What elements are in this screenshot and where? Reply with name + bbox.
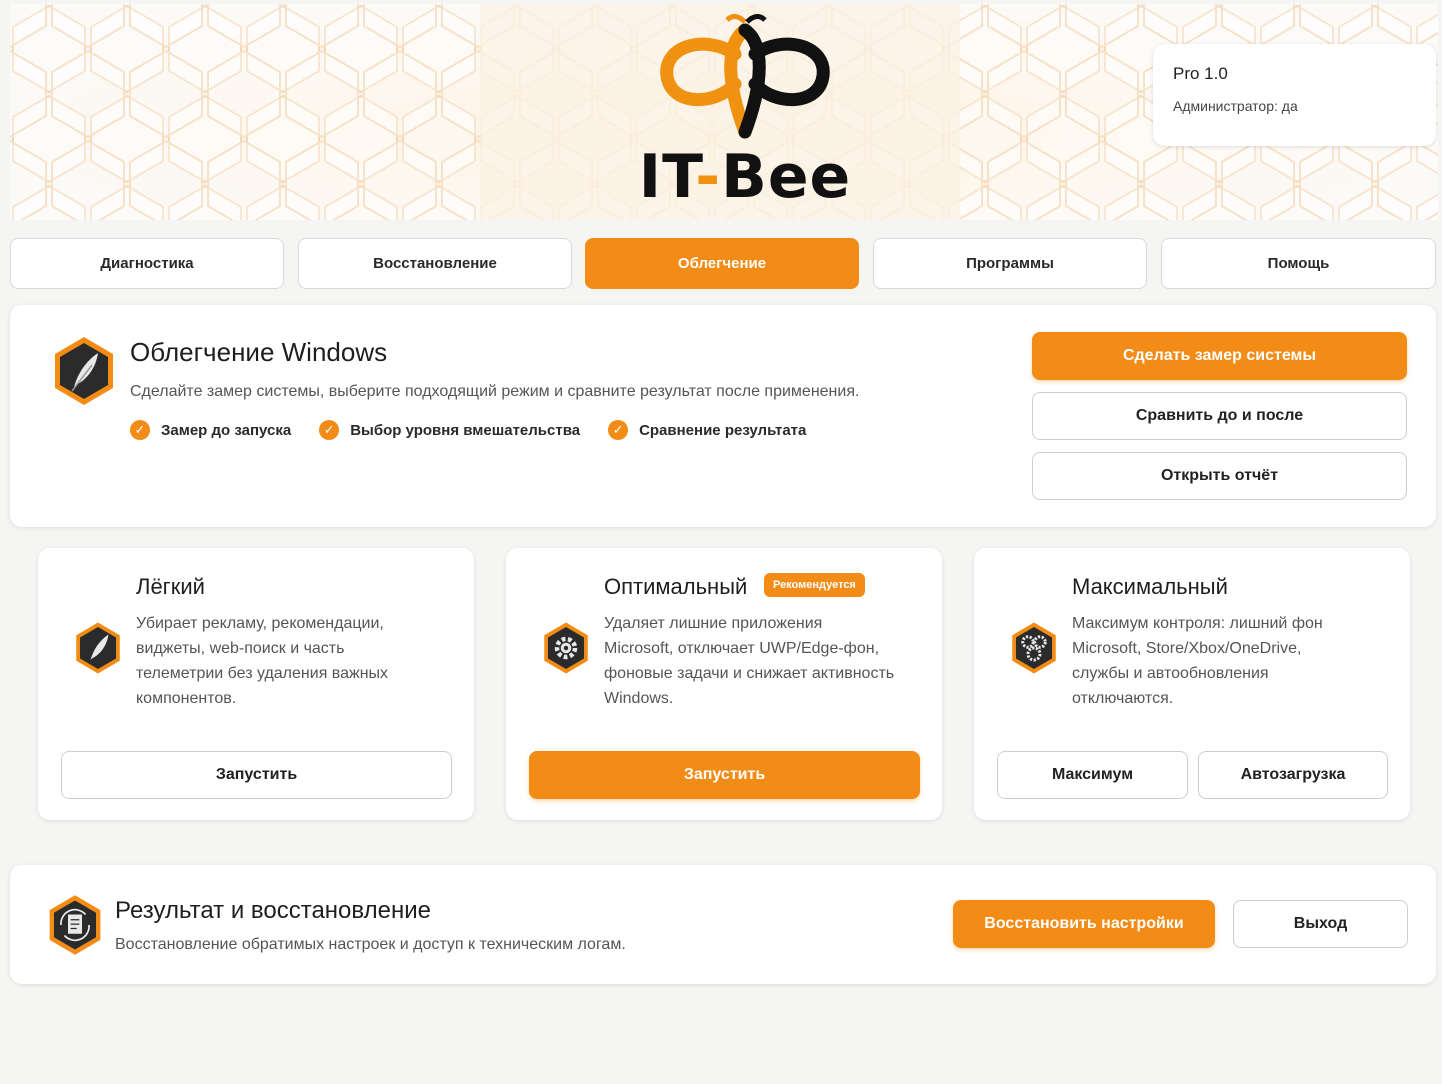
it-bee-logo: IT-Bee [585, 14, 905, 214]
tab-help[interactable]: Помощь [1161, 238, 1436, 289]
mode-card-maximum: Максимальный Максимум контроля: лишний ф… [974, 548, 1410, 820]
autostart-button[interactable]: Автозагрузка [1198, 751, 1388, 799]
mode-title: Оптимальный [604, 574, 748, 599]
check-icon: ✓ [130, 420, 150, 440]
feather-icon [55, 337, 113, 405]
intro-panel: Облегчение Windows Сделайте замер систем… [10, 305, 1436, 527]
check-item: ✓ Сравнение результата [608, 420, 806, 440]
tab-programs[interactable]: Программы [873, 238, 1147, 289]
mode-title: Лёгкий [136, 574, 205, 599]
check-icon: ✓ [319, 420, 340, 440]
mode-card-optimal: Оптимальный Рекомендуется Удаляет лишние… [506, 548, 942, 820]
bee-icon [660, 14, 830, 139]
maximum-button[interactable]: Максимум [997, 751, 1188, 799]
main-tabs: Диагностика Восстановление Облегчение Пр… [10, 238, 1436, 289]
tab-recovery[interactable]: Восстановление [298, 238, 572, 289]
result-title: Результат и восстановление [115, 897, 431, 924]
tab-diagnostics[interactable]: Диагностика [10, 238, 284, 289]
mode-description: Максимум контроля: лишний фон Microsoft, … [1072, 615, 1323, 707]
restore-settings-button[interactable]: Восстановить настройки [953, 900, 1215, 948]
exit-button[interactable]: Выход [1233, 900, 1408, 948]
result-subtitle: Восстановление обратимых настроек и дост… [115, 936, 626, 953]
header-banner: IT-Bee Pro 1.0 Администратор: да [10, 4, 1438, 220]
check-item: ✓ Выбор уровня вмешательства [319, 420, 580, 440]
version-label: Pro 1.0 [1173, 64, 1228, 83]
mode-title: Максимальный [1072, 574, 1228, 599]
logo-text: IT-Bee [638, 142, 852, 212]
gears-icon [1012, 622, 1056, 674]
mode-card-light: Лёгкий Убирает рекламу, рекомендации, вид… [38, 548, 474, 820]
recommended-badge: Рекомендуется [764, 573, 865, 597]
open-report-button[interactable]: Открыть отчёт [1032, 452, 1407, 500]
run-optimal-button[interactable]: Запустить [529, 751, 920, 799]
version-card: Pro 1.0 Администратор: да [1153, 44, 1436, 146]
check-item: ✓ Замер до запуска [130, 420, 291, 440]
feature-checklist: ✓ Замер до запуска ✓ Выбор уровня вмешател… [130, 420, 834, 440]
gear-icon [544, 622, 588, 674]
admin-status: Администратор: да [1173, 98, 1298, 114]
mode-description: Удаляет лишние приложения Microsoft, откл… [604, 615, 895, 707]
check-icon: ✓ [608, 420, 629, 440]
result-panel: Результат и восстановление Восстановлени… [10, 865, 1436, 984]
measure-system-button[interactable]: Сделать замер системы [1032, 332, 1407, 380]
mode-description: Убирает рекламу, рекомендации, виджеты, w… [136, 615, 389, 707]
tab-lightening[interactable]: Облегчение [585, 238, 859, 289]
compare-button[interactable]: Сравнить до и после [1032, 392, 1407, 440]
run-light-button[interactable]: Запустить [61, 751, 452, 799]
feather-icon [76, 622, 120, 674]
restore-icon [49, 895, 101, 955]
page-subtitle: Сделайте замер системы, выберите подходя… [130, 383, 860, 400]
page-title: Облегчение Windows [130, 337, 388, 367]
